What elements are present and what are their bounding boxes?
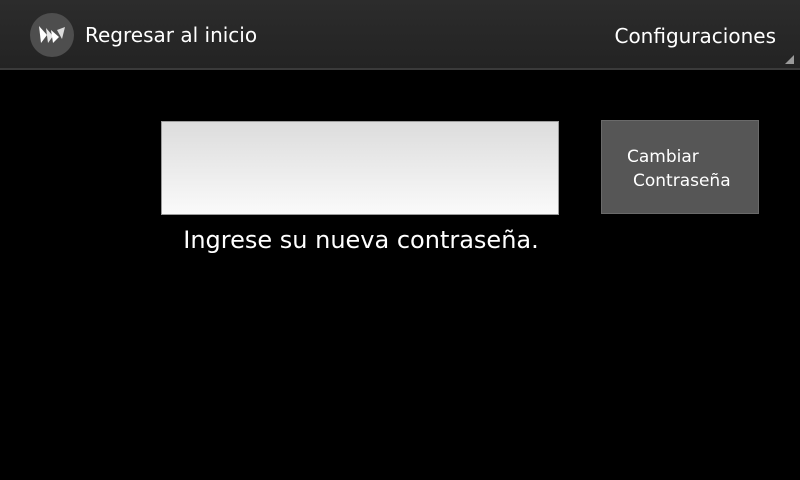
- new-password-input[interactable]: [161, 121, 559, 215]
- settings-label: Configuraciones: [614, 24, 776, 48]
- kivy-logo-icon: [30, 13, 74, 57]
- settings-button[interactable]: Configuraciones: [590, 0, 800, 70]
- back-label: Regresar al inicio: [85, 23, 258, 47]
- back-to-home-button[interactable]: Regresar al inicio: [30, 13, 257, 57]
- dropdown-corner-icon: [785, 55, 794, 64]
- change-button-label-line1: Cambiar: [627, 147, 699, 167]
- new-password-hint: Ingrese su nueva contraseña.: [183, 226, 539, 254]
- app-window: Regresar al inicio Configuraciones Ingre…: [0, 0, 800, 480]
- change-password-button[interactable]: Cambiar Contraseña: [601, 120, 759, 214]
- action-bar: Regresar al inicio Configuraciones: [0, 0, 800, 70]
- change-button-label-line2: Contraseña: [633, 171, 731, 191]
